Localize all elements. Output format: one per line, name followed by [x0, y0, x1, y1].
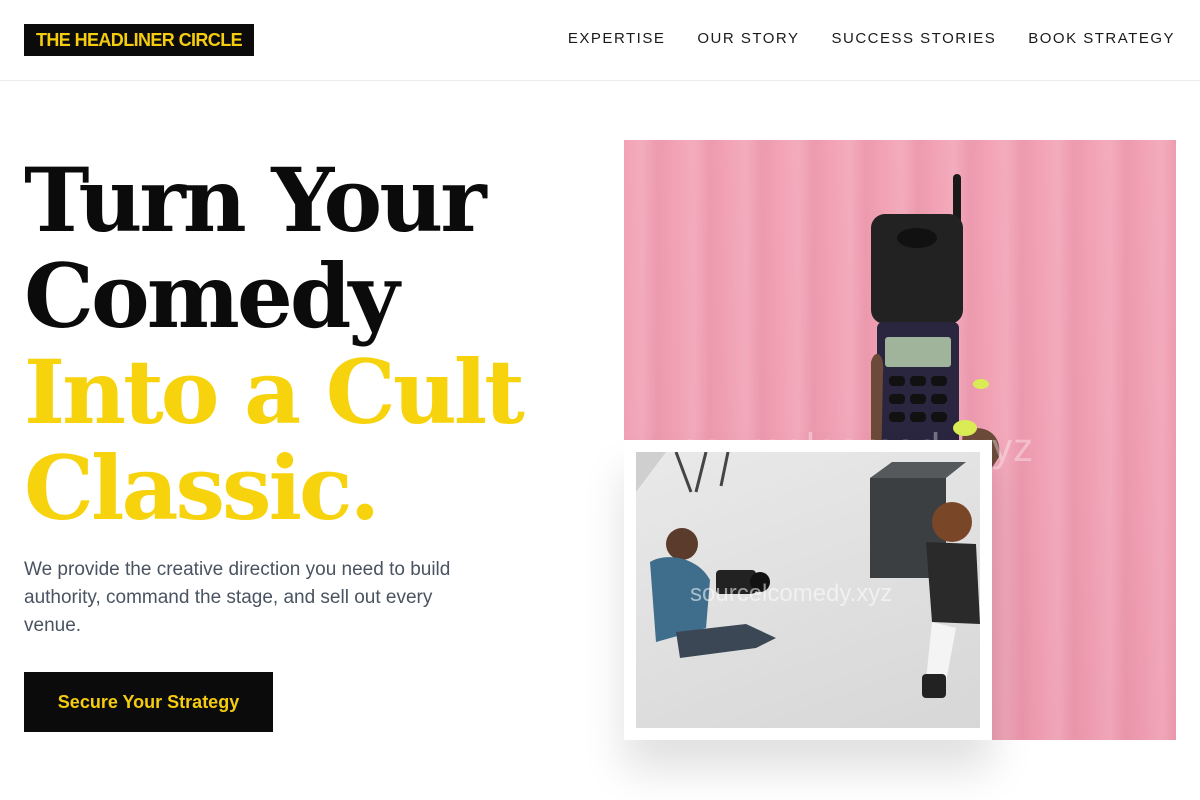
photographer-shoot-photo: sourcelcomedy.xyz: [636, 452, 980, 728]
headline-line-1: Turn Your: [24, 148, 487, 252]
headline-line-3: Into a Cult: [24, 340, 525, 444]
main-nav: EXPERTISE OUR STORY SUCCESS STORIES BOOK…: [568, 30, 1175, 47]
hero-headline: Turn Your Comedy Into a Cult Classic.: [24, 148, 525, 540]
headline-line-2: Comedy: [24, 244, 399, 348]
inset-photo-frame: sourcelcomedy.xyz: [624, 440, 992, 740]
hero-subcopy: We provide the creative direction you ne…: [24, 559, 451, 636]
secure-strategy-button[interactable]: Secure Your Strategy: [24, 672, 273, 732]
nav-item-success-stories[interactable]: SUCCESS STORIES: [831, 30, 996, 47]
inset-photo-watermark: sourcelcomedy.xyz: [690, 580, 893, 607]
cta-label: Secure Your Strategy: [57, 691, 240, 712]
headline-line-4: Classic.: [24, 436, 380, 540]
nav-item-our-story[interactable]: OUR STORY: [697, 30, 799, 47]
logo-text: THE HEADLINER CIRCLE: [36, 29, 243, 50]
nav-item-book-strategy[interactable]: BOOK STRATEGY: [1028, 30, 1175, 47]
site-header: THE HEADLINER CIRCLE EXPERTISE OUR STORY…: [0, 0, 1200, 81]
logo[interactable]: THE HEADLINER CIRCLE: [24, 24, 255, 56]
nav-item-expertise[interactable]: EXPERTISE: [568, 30, 665, 47]
